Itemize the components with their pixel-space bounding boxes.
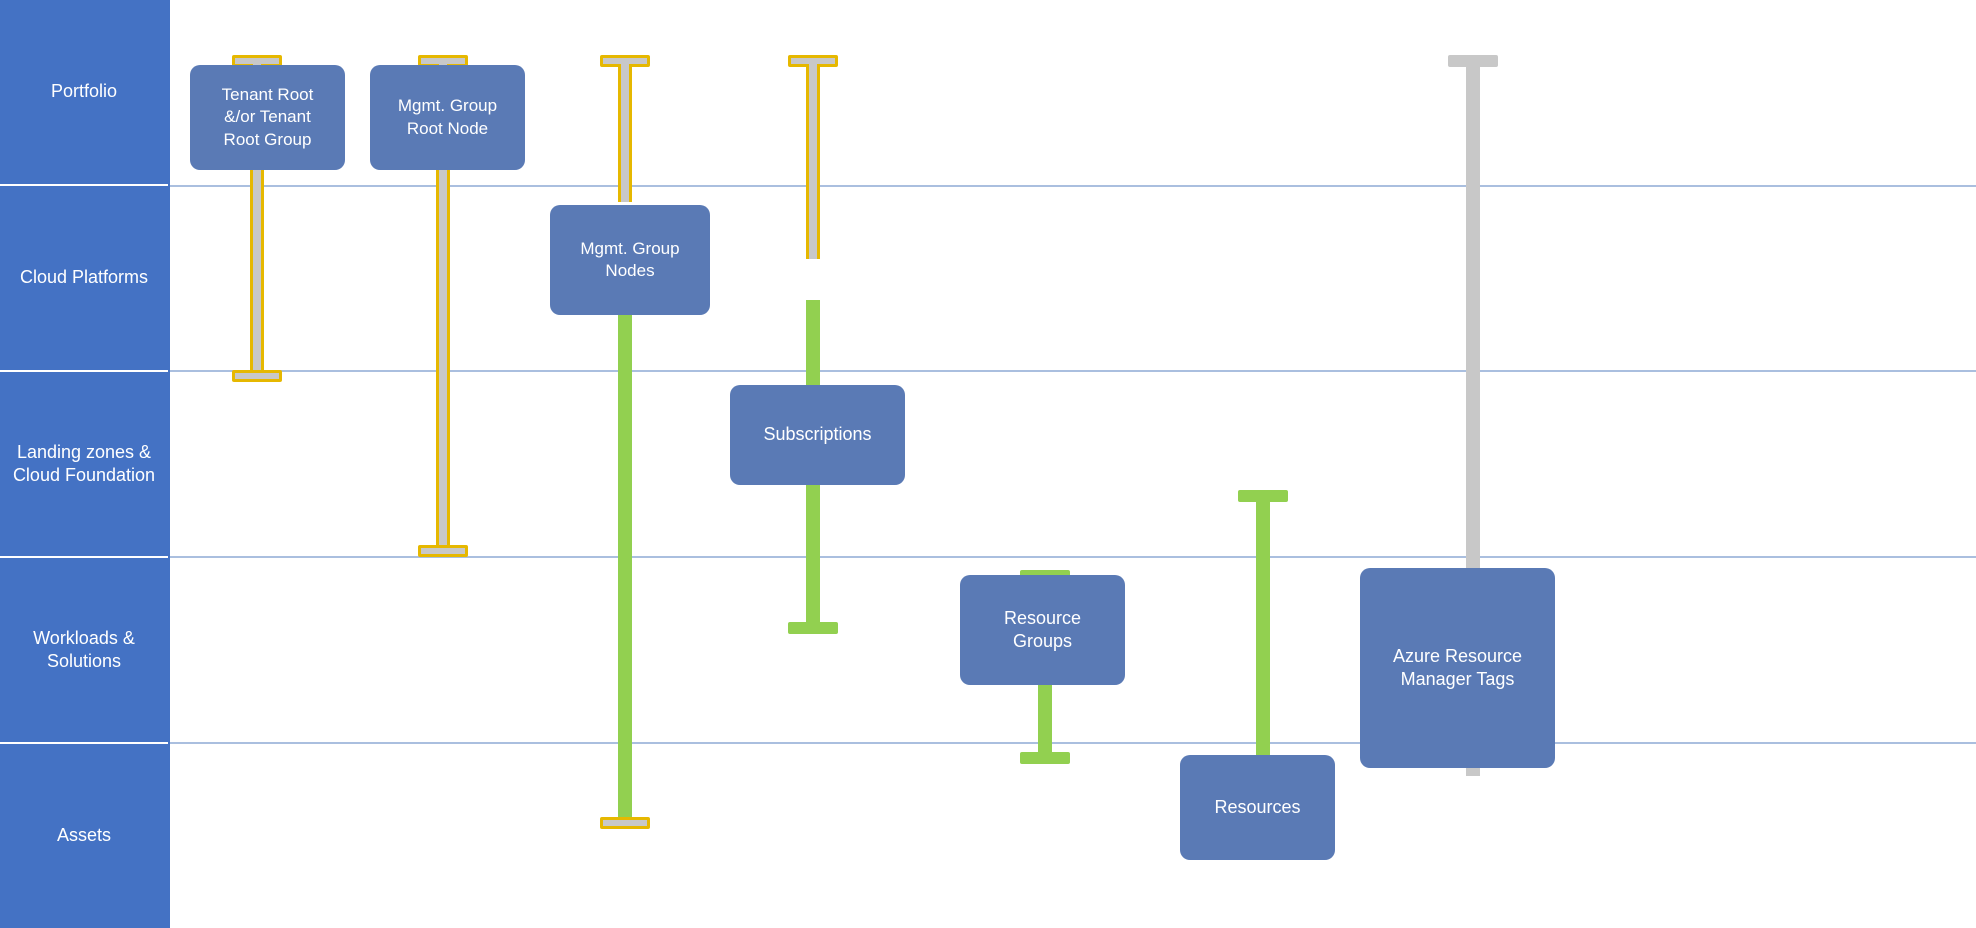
node-azure-rm-tags: Azure Resource Manager Tags [1360, 568, 1555, 768]
sidebar-label-cloud-platforms: Cloud Platforms [20, 266, 148, 289]
sidebar-row-cloud-platforms: Cloud Platforms [0, 186, 168, 372]
node-resource-groups: Resource Groups [960, 575, 1125, 685]
stem-subs-gray [806, 64, 820, 259]
diagram-container: Portfolio Cloud Platforms Landing zones … [0, 0, 1976, 928]
cap-bottom-mgmt-root [418, 545, 468, 557]
cap-bottom-mgmt-nodes [600, 817, 650, 829]
cap-bottom-tenant [232, 370, 282, 382]
sidebar-row-portfolio: Portfolio [0, 0, 168, 186]
main-area: Tenant Root &/or Tenant Root Group Mgmt.… [170, 0, 1976, 928]
node-subscriptions: Subscriptions [730, 385, 905, 485]
sidebar: Portfolio Cloud Platforms Landing zones … [0, 0, 170, 928]
sidebar-label-assets: Assets [57, 824, 111, 847]
node-resources: Resources [1180, 755, 1335, 860]
sidebar-label-workloads: Workloads & Solutions [10, 627, 158, 674]
sidebar-row-assets: Assets [0, 744, 168, 928]
sidebar-label-portfolio: Portfolio [51, 80, 117, 103]
h-line-4 [170, 742, 1976, 744]
stem-mgmt-nodes-green [618, 300, 632, 820]
stem-res-green [1256, 499, 1270, 774]
sidebar-label-landing-zones: Landing zones & Cloud Foundation [10, 441, 158, 488]
sidebar-row-landing-zones: Landing zones & Cloud Foundation [0, 372, 168, 558]
cap-bottom-subs [788, 622, 838, 634]
node-mgmt-group-root: Mgmt. Group Root Node [370, 65, 525, 170]
sidebar-row-workloads: Workloads & Solutions [0, 558, 168, 744]
node-tenant-root: Tenant Root &/or Tenant Root Group [190, 65, 345, 170]
cap-bottom-rg [1020, 752, 1070, 764]
node-mgmt-group-nodes: Mgmt. Group Nodes [550, 205, 710, 315]
stem-mgmt-nodes-gray-top [618, 64, 632, 202]
